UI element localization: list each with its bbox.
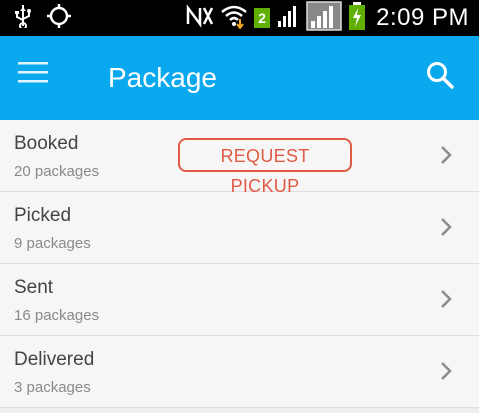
list-item-sent[interactable]: Sent 16 packages bbox=[0, 264, 479, 336]
page-title: Package bbox=[108, 62, 217, 93]
search-icon bbox=[427, 62, 454, 89]
usb-icon bbox=[14, 4, 32, 33]
signal-icon bbox=[276, 3, 300, 34]
list-item-title: Picked bbox=[14, 205, 72, 226]
list-item-delivered[interactable]: Delivered 3 packages bbox=[0, 336, 479, 408]
status-right-icons: 2 2:09 PM bbox=[186, 0, 469, 36]
request-pickup-button[interactable]: REQUEST PICKUP bbox=[178, 138, 352, 196]
search-button[interactable] bbox=[425, 60, 461, 96]
list-item-subtitle: 20 packages bbox=[14, 163, 100, 180]
nfc-icon bbox=[186, 3, 214, 33]
status-time: 2:09 PM bbox=[376, 4, 469, 31]
status-left-icons bbox=[14, 0, 72, 36]
chevron-right-icon bbox=[439, 288, 453, 310]
wifi-icon bbox=[220, 3, 248, 34]
chevron-right-icon bbox=[439, 216, 453, 238]
chevron-right-icon bbox=[439, 360, 453, 382]
package-status-list: Booked 20 packages REQUEST PICKUP Picked… bbox=[0, 120, 479, 408]
menu-button[interactable] bbox=[18, 62, 58, 94]
gps-icon bbox=[46, 3, 72, 34]
signal-icon-2 bbox=[306, 0, 342, 36]
status-bar: 2 2:09 PM bbox=[0, 0, 479, 36]
list-item-title: Sent bbox=[14, 277, 54, 298]
list-item-picked[interactable]: Picked 9 packages bbox=[0, 192, 479, 264]
list-item-title: Booked bbox=[14, 133, 79, 154]
list-item-subtitle: 16 packages bbox=[14, 307, 100, 324]
hamburger-menu-icon bbox=[18, 62, 48, 83]
list-item-subtitle: 3 packages bbox=[14, 379, 91, 396]
battery-charging-icon bbox=[348, 1, 366, 36]
list-item-title: Delivered bbox=[14, 349, 95, 370]
app-bar: Package bbox=[0, 36, 479, 120]
list-item-subtitle: 9 packages bbox=[14, 235, 91, 252]
sim-badge: 2 bbox=[254, 8, 271, 28]
chevron-right-icon bbox=[439, 144, 453, 166]
list-item-booked[interactable]: Booked 20 packages REQUEST PICKUP bbox=[0, 120, 479, 196]
